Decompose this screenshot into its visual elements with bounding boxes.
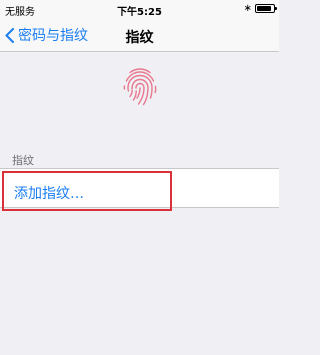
battery-icon bbox=[255, 4, 277, 13]
section-header: 指纹 bbox=[12, 154, 34, 167]
page-title: 指纹 bbox=[125, 30, 154, 46]
battery-fill bbox=[257, 6, 271, 11]
fingerprint-icon bbox=[123, 68, 157, 106]
navigation-bar: 密码与指纹 指纹 bbox=[0, 18, 279, 52]
add-fingerprint-button[interactable]: 添加指纹… bbox=[2, 171, 172, 211]
add-fingerprint-label: 添加指纹… bbox=[14, 186, 84, 202]
status-bar: 无服务 下午5:25 ∗ bbox=[0, 0, 279, 18]
status-right-group: ∗ bbox=[243, 3, 277, 14]
status-time: 下午5:25 bbox=[117, 7, 162, 18]
bluetooth-icon: ∗ bbox=[243, 3, 252, 14]
